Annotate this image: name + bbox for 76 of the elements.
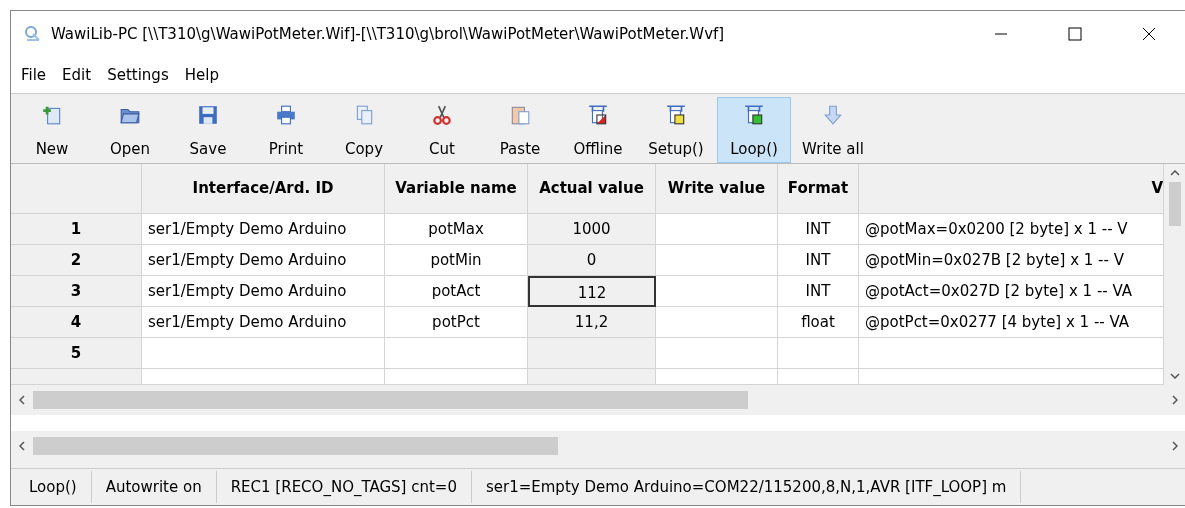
row-header[interactable]: 1	[11, 214, 142, 245]
column-header[interactable]: Format	[778, 164, 859, 214]
table-cell: @potPct=0x0277 [4 byte] x 1 -- VA	[859, 307, 1164, 338]
table-cell[interactable]	[859, 338, 1164, 369]
toolbar-button[interactable]: Open	[93, 97, 167, 163]
column-header[interactable]: V	[859, 164, 1164, 214]
status-square-icon	[665, 104, 687, 126]
toolbar-button[interactable]: Copy	[327, 97, 401, 163]
toolbar-button[interactable]: Offline	[561, 97, 635, 163]
window-title: WawiLib-PC [\\T310\g\WawiPotMeter.Wif]-[\\T310\g\brol\WawiPotMeter\WawiPotMeter.Wvf]	[51, 25, 725, 43]
menu-item[interactable]: Edit	[54, 66, 100, 84]
menu-item[interactable]: File	[13, 66, 55, 84]
toolbar-button[interactable]: Print	[249, 97, 323, 163]
close-icon	[1142, 27, 1156, 41]
column-header[interactable]: Interface/Ard. ID	[142, 164, 385, 214]
chevron-right-icon	[1172, 441, 1178, 451]
status-square-icon	[743, 104, 765, 126]
row-header[interactable]	[11, 369, 142, 385]
chevron-left-icon	[19, 441, 25, 451]
chevron-down-icon	[1170, 373, 1180, 379]
status-text: Loop()	[15, 471, 92, 503]
toolbar-button[interactable]: Paste	[483, 97, 557, 163]
column-header[interactable]: Actual value	[528, 164, 656, 214]
column-header[interactable]: Variable name	[385, 164, 528, 214]
table-cell: 0	[528, 245, 656, 276]
printer-icon	[275, 104, 297, 126]
table-cell[interactable]	[656, 245, 778, 276]
table-cell[interactable]	[142, 338, 385, 369]
table-cell[interactable]	[656, 214, 778, 245]
table-cell: ser1/Empty Demo Arduino	[142, 214, 385, 245]
status-text: ser1=Empty Demo Arduino=COM22/115200,8,N,1,AVR [ITF_LOOP] m	[471, 471, 1022, 503]
scroll-thumb[interactable]	[1169, 182, 1181, 226]
table-cell: INT	[778, 245, 859, 276]
menu-item[interactable]: Help	[176, 66, 227, 84]
clipboard-icon	[509, 104, 531, 126]
table-cell: float	[778, 307, 859, 338]
status-text: Autowrite on	[91, 471, 217, 503]
toolbar-button[interactable]: Save	[171, 97, 245, 163]
table-cell: @potMax=0x0200 [2 byte] x 1 -- V	[859, 214, 1164, 245]
toolbar-button[interactable]: Setup()	[639, 97, 713, 163]
table-cell: 11,2	[528, 307, 656, 338]
scissors-icon	[431, 104, 453, 126]
table-cell: 1000	[528, 214, 656, 245]
chevron-right-icon	[1172, 395, 1178, 405]
table-cell[interactable]	[656, 276, 778, 307]
chevron-left-icon	[19, 395, 25, 405]
toolbar-button[interactable]: New	[15, 97, 89, 163]
table-cell: ser1/Empty Demo Arduino	[142, 276, 385, 307]
table-cell[interactable]	[528, 369, 656, 385]
toolbar-button[interactable]: Loop()	[717, 97, 791, 163]
table-cell[interactable]	[656, 338, 778, 369]
toolbar-button[interactable]: Write all	[795, 97, 871, 163]
table-cell: @potMin=0x027B [2 byte] x 1 -- V	[859, 245, 1164, 276]
table-cell[interactable]	[656, 307, 778, 338]
table-cell: INT	[778, 214, 859, 245]
row-header[interactable]: 4	[11, 307, 142, 338]
chevron-up-icon	[1170, 170, 1180, 176]
row-header[interactable]: 3	[11, 276, 142, 307]
table-cell[interactable]	[778, 338, 859, 369]
row-header[interactable]: 2	[11, 245, 142, 276]
table-cell: @potAct=0x027D [2 byte] x 1 -- VA	[859, 276, 1164, 307]
table-cell[interactable]	[528, 338, 656, 369]
row-header[interactable]: 5	[11, 338, 142, 369]
down-arrow-icon	[821, 104, 844, 126]
file-plus-icon	[41, 104, 63, 126]
table-cell: 112	[528, 276, 656, 307]
column-header[interactable]: Write value	[656, 164, 778, 214]
status-text: REC1 [RECO_NO_TAGS] cnt=0	[216, 471, 472, 503]
table-cell: INT	[778, 276, 859, 307]
status-square-icon	[587, 104, 609, 126]
table-cell: ser1/Empty Demo Arduino	[142, 245, 385, 276]
vertical-scrollbar[interactable]	[1164, 164, 1185, 385]
maximize-icon	[1068, 27, 1082, 41]
menu-item[interactable]: Settings	[99, 66, 177, 84]
toolbar-button[interactable]: Cut	[405, 97, 479, 163]
table-cell: ser1/Empty Demo Arduino	[142, 307, 385, 338]
